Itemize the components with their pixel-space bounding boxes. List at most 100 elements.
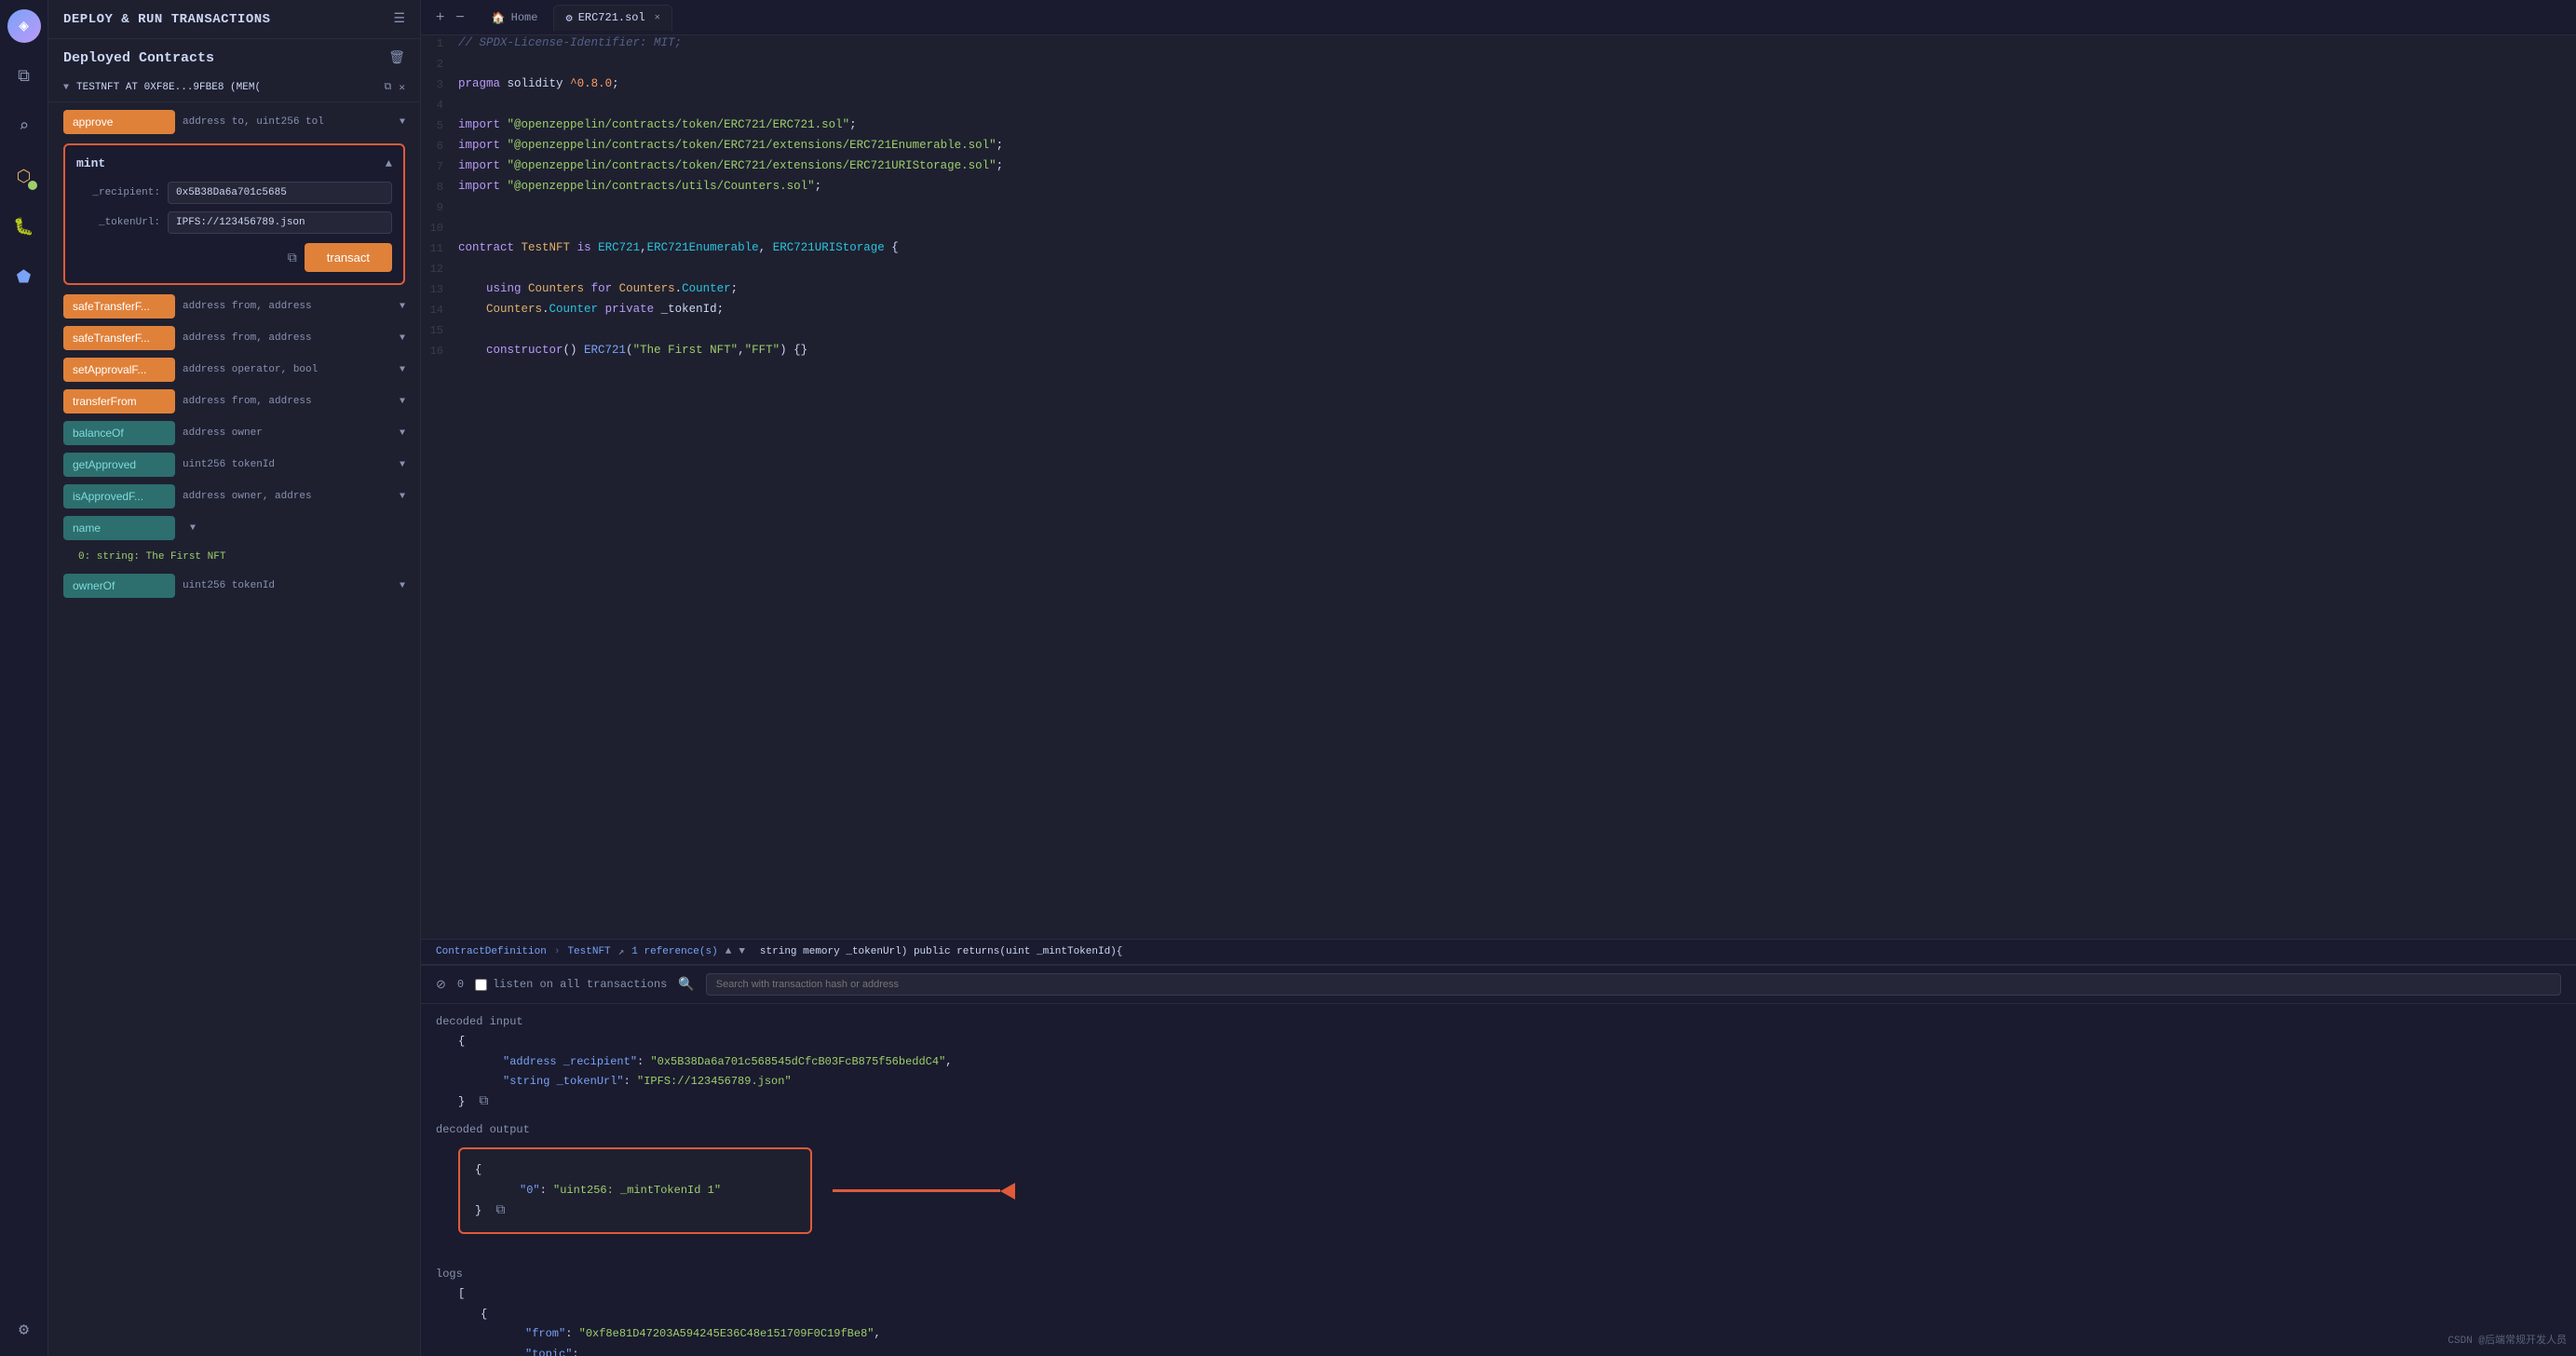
getapproved-button[interactable]: getApproved bbox=[63, 453, 175, 477]
files-icon[interactable]: ⧉ bbox=[7, 60, 41, 93]
tokenurl-field: _tokenUrl: bbox=[76, 211, 392, 234]
getapproved-param: uint256 tokenId bbox=[183, 459, 392, 470]
safetransfer2-button[interactable]: safeTransferF... bbox=[63, 326, 175, 350]
code-editor[interactable]: 1 // SPDX-License-Identifier: MIT; 2 3 p… bbox=[421, 35, 2576, 939]
isapproved-row: isApprovedF... address owner, addres ▼ bbox=[63, 484, 405, 508]
name-button[interactable]: name bbox=[63, 516, 175, 540]
ownerof-chevron-icon[interactable]: ▼ bbox=[400, 581, 405, 591]
contract-copy-icon[interactable]: ⧉ bbox=[385, 82, 392, 93]
breadcrumb-separator-icon: › bbox=[554, 946, 561, 957]
ownerof-row: ownerOf uint256 tokenId ▼ bbox=[63, 574, 405, 598]
breadcrumb-name[interactable]: TestNFT bbox=[567, 946, 610, 957]
safetransfer1-button[interactable]: safeTransferF... bbox=[63, 294, 175, 319]
getapproved-chevron-icon[interactable]: ▼ bbox=[400, 460, 405, 470]
tx-search-input[interactable] bbox=[706, 973, 2561, 996]
search-icon[interactable]: ⌕ bbox=[7, 110, 41, 143]
transferfrom-chevron-icon[interactable]: ▼ bbox=[400, 397, 405, 407]
transact-button[interactable]: transact bbox=[305, 243, 392, 272]
recipient-input[interactable] bbox=[168, 182, 392, 204]
transferfrom-param: address from, address bbox=[183, 396, 392, 407]
breadcrumb-contract[interactable]: ContractDefinition bbox=[436, 946, 547, 957]
debug-icon[interactable]: 🐛 bbox=[7, 210, 41, 244]
trash-icon[interactable]: 🗑 bbox=[388, 50, 405, 66]
isapproved-chevron-icon[interactable]: ▼ bbox=[400, 492, 405, 502]
refs-up-icon[interactable]: ▲ bbox=[725, 946, 732, 957]
balanceof-button[interactable]: balanceOf bbox=[63, 421, 175, 445]
tab-home[interactable]: 🏠 Home bbox=[480, 5, 550, 31]
name-row: name ▼ bbox=[63, 516, 405, 540]
balanceof-param: address owner bbox=[183, 427, 392, 439]
tx-clear-button[interactable]: ⊘ bbox=[436, 977, 446, 992]
deployed-contracts-header: Deployed Contracts 🗑 bbox=[48, 39, 420, 74]
contract-name: TESTNFT AT 0XF8E...9FBE8 (MEM( bbox=[76, 82, 377, 93]
code-line-6: 6 import "@openzeppelin/contracts/token/… bbox=[421, 138, 2576, 158]
code-line-2: 2 bbox=[421, 56, 2576, 76]
functions-list: approve address to, uint256 tol ▼ mint ▲… bbox=[48, 102, 420, 1356]
contract-close-icon[interactable]: ✕ bbox=[399, 81, 405, 94]
approve-button[interactable]: approve bbox=[63, 110, 175, 134]
safetransfer1-chevron-icon[interactable]: ▼ bbox=[400, 302, 405, 312]
balanceof-chevron-icon[interactable]: ▼ bbox=[400, 428, 405, 439]
name-chevron-icon[interactable]: ▼ bbox=[190, 523, 196, 534]
refs-down-icon[interactable]: ▼ bbox=[739, 946, 745, 957]
code-line-9: 9 bbox=[421, 199, 2576, 220]
safetransfer2-chevron-icon[interactable]: ▼ bbox=[400, 333, 405, 344]
transferfrom-button[interactable]: transferFrom bbox=[63, 389, 175, 414]
arrow-line bbox=[833, 1189, 1000, 1192]
deployed-contracts-title: Deployed Contracts bbox=[63, 50, 214, 66]
transferfrom-row: transferFrom address from, address ▼ bbox=[63, 389, 405, 414]
logo-icon[interactable]: ◈ bbox=[7, 9, 41, 43]
code-line-8: 8 import "@openzeppelin/contracts/utils/… bbox=[421, 179, 2576, 199]
logs-content: [ { "from": "0xf8e81D47203A594245E36C48e… bbox=[436, 1284, 2561, 1356]
settings-icon[interactable]: ⚙ bbox=[7, 1313, 41, 1347]
code-line-12: 12 bbox=[421, 261, 2576, 281]
mint-header: mint ▲ bbox=[76, 156, 392, 170]
code-line-10: 10 bbox=[421, 220, 2576, 240]
contract-item[interactable]: ▼ TESTNFT AT 0XF8E...9FBE8 (MEM( ⧉ ✕ bbox=[48, 74, 420, 102]
decoded-output-copy-button[interactable]: ⧉ bbox=[495, 1201, 505, 1217]
mint-copy-button[interactable]: ⧉ bbox=[288, 250, 297, 265]
tab-home-label: Home bbox=[511, 11, 538, 24]
zoom-out-button[interactable]: − bbox=[452, 7, 468, 28]
isapproved-button[interactable]: isApprovedF... bbox=[63, 484, 175, 508]
sidebar-header: DEPLOY & RUN TRANSACTIONS ☰ bbox=[48, 0, 420, 39]
safetransfer1-param: address from, address bbox=[183, 301, 392, 312]
watermark: CSDN @后端常规开发人员 bbox=[2447, 1332, 2567, 1347]
tx-listen-checkbox[interactable] bbox=[475, 979, 487, 991]
tab-erc721[interactable]: ⚙ ERC721.sol ✕ bbox=[553, 5, 671, 31]
decoded-input-copy-button[interactable]: ⧉ bbox=[479, 1092, 488, 1108]
decoded-input-label: decoded input bbox=[436, 1015, 2561, 1028]
setapproval-button[interactable]: setApprovalF... bbox=[63, 358, 175, 382]
plugin-icon[interactable]: ⬟ bbox=[7, 261, 41, 294]
mint-chevron-icon[interactable]: ▲ bbox=[386, 157, 392, 170]
code-line-11: 11 contract TestNFT is ERC721,ERC721Enum… bbox=[421, 240, 2576, 261]
share-icon[interactable]: ↗ bbox=[618, 945, 625, 958]
code-line-14: 14 Counters.Counter private _tokenId; bbox=[421, 302, 2576, 322]
tx-content: decoded input { "address _recipient": "0… bbox=[421, 1004, 2576, 1356]
approve-row: approve address to, uint256 tol ▼ bbox=[63, 110, 405, 134]
ownerof-button[interactable]: ownerOf bbox=[63, 574, 175, 598]
zoom-in-button[interactable]: + bbox=[432, 7, 448, 28]
tokenurl-input[interactable] bbox=[168, 211, 392, 234]
home-tab-icon: 🏠 bbox=[492, 11, 506, 25]
contract-chevron-icon: ▼ bbox=[63, 83, 69, 93]
mint-actions: ⧉ transact bbox=[76, 243, 392, 272]
references-label: 1 reference(s) bbox=[631, 946, 717, 957]
deploy-icon[interactable]: ⬡ bbox=[7, 160, 41, 194]
sidebar-menu-icon[interactable]: ☰ bbox=[393, 11, 405, 27]
code-line-5: 5 import "@openzeppelin/contracts/token/… bbox=[421, 117, 2576, 138]
decoded-input-content: { "address _recipient": "0x5B38Da6a701c5… bbox=[436, 1032, 2561, 1112]
code-line-15: 15 bbox=[421, 322, 2576, 343]
sidebar-title: DEPLOY & RUN TRANSACTIONS bbox=[63, 12, 271, 27]
safetransfer2-row: safeTransferF... address from, address ▼ bbox=[63, 326, 405, 350]
approve-chevron-icon[interactable]: ▼ bbox=[400, 117, 405, 128]
tx-listen-label: listen on all transactions bbox=[493, 978, 667, 991]
approve-param: address to, uint256 tol bbox=[183, 116, 392, 128]
isapproved-param: address owner, addres bbox=[183, 491, 392, 502]
tab-erc721-close-icon[interactable]: ✕ bbox=[655, 12, 660, 23]
setapproval-chevron-icon[interactable]: ▼ bbox=[400, 365, 405, 375]
icon-bar: ◈ ⧉ ⌕ ⬡ 🐛 ⬟ ⚙ bbox=[0, 0, 48, 1356]
code-line-4: 4 bbox=[421, 97, 2576, 117]
name-output: 0: string: The First NFT bbox=[63, 548, 405, 566]
decoded-output-container: { "0": "uint256: _mintTokenId 1" } ⧉ bbox=[436, 1140, 812, 1241]
